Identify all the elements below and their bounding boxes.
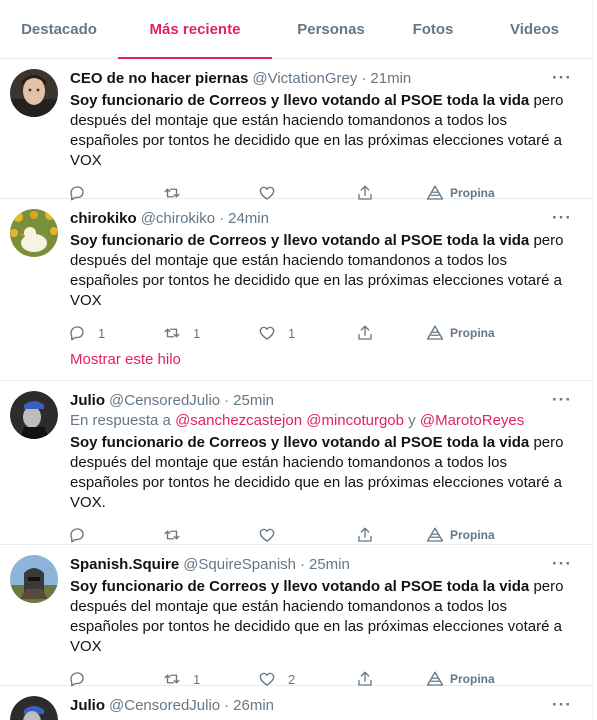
promote-label: Propina [450,326,495,340]
share-button[interactable] [356,324,426,342]
tweet[interactable]: chirokiko @chirokiko · 24min ··· Soy fun… [0,199,592,341]
tweet-header: Julio @CensoredJulio · 25min [70,391,578,411]
avatar-photo-icon [10,69,58,117]
avatar[interactable] [10,69,58,117]
separator-dot: · [361,70,367,87]
retweet-icon [164,530,180,540]
more-options-icon[interactable]: ··· [552,390,572,410]
tweet-time[interactable]: 24min [228,209,269,229]
reply-and: y [404,412,420,429]
reply-context: En respuesta a @sanchezcastejon @mincotu… [70,411,578,431]
tweet-header: chirokiko @chirokiko · 24min [70,209,578,229]
tweet[interactable]: Julio @CensoredJulio · 26min ··· [0,686,592,720]
tweet-header: Spanish.Squire @SquireSpanish · 25min [70,555,578,575]
author-handle[interactable]: @SquireSpanish [183,555,296,575]
promote-label: Propina [450,186,495,200]
tweet-header: CEO de no hacer piernas @VictationGrey ·… [70,69,578,89]
share-icon [358,325,372,340]
promote-icon [426,325,444,340]
promote-icon [426,527,444,542]
reply-prefix: En respuesta a [70,412,176,429]
promote-button[interactable]: Propina [426,324,495,342]
like-button[interactable] [258,526,356,544]
promote-label: Propina [450,528,495,542]
avatar[interactable] [10,555,58,603]
like-button[interactable]: 1 [258,324,356,342]
tweet-time[interactable]: 21min [370,69,411,89]
mention-link[interactable]: @MarotoReyes [420,412,524,429]
author-handle[interactable]: @chirokiko [141,209,215,229]
tweet[interactable]: Julio @CensoredJulio · 25min ··· En resp… [0,381,592,545]
tweet-header: Julio @CensoredJulio · 26min [70,696,578,716]
search-results-page: Destacado Más reciente Personas Fotos Vi… [0,0,593,720]
like-count: 2 [288,671,296,687]
tweet-text-bold: Soy funcionario de Correos y llevo votan… [70,434,530,451]
tweet-text-bold: Soy funcionario de Correos y llevo votan… [70,92,530,109]
reply-count: 1 [98,325,106,341]
tab-destacado[interactable]: Destacado [0,0,118,58]
reply-button[interactable]: 1 [68,324,163,342]
author-name[interactable]: Julio [70,696,105,716]
promote-label: Propina [450,672,495,686]
avatar-portrait-icon [10,696,58,720]
author-handle[interactable]: @CensoredJulio [109,391,220,411]
author-name[interactable]: chirokiko [70,209,137,229]
promote-button[interactable]: Propina [426,526,495,544]
tweet-actions: 1 1 1 Propina [68,311,578,355]
avatar-duck-icon [10,209,58,257]
retweet-count: 1 [193,671,201,687]
author-handle[interactable]: @VictationGrey [252,69,357,89]
tweet-time[interactable]: 26min [233,696,274,716]
tweet-text-bold: Soy funcionario de Correos y llevo votan… [70,578,530,595]
retweet-button[interactable]: 1 [163,324,258,342]
tweet-text: Soy funcionario de Correos y llevo votan… [70,91,578,171]
mention-link[interactable]: @sanchezcastejon [175,412,302,429]
more-options-icon[interactable]: ··· [552,695,572,715]
separator-dot: · [219,210,225,227]
like-count: 1 [288,325,296,341]
reply-button[interactable] [68,526,163,544]
tweet-time[interactable]: 25min [233,391,274,411]
separator-dot: · [224,697,230,714]
tweet-text-bold: Soy funcionario de Correos y llevo votan… [70,232,530,249]
tweet[interactable]: Spanish.Squire @SquireSpanish · 25min ··… [0,545,592,687]
tab-videos[interactable]: Videos [476,0,592,58]
avatar-knight-icon [10,555,58,603]
tweet-text: Soy funcionario de Correos y llevo votan… [70,577,578,657]
author-name[interactable]: Spanish.Squire [70,555,179,575]
separator-dot: · [300,556,305,573]
retweet-button[interactable] [163,526,258,544]
tab-personas[interactable]: Personas [272,0,390,58]
retweet-count: 1 [193,325,201,341]
heart-icon [259,326,275,340]
author-name[interactable]: CEO de no hacer piernas [70,69,248,89]
heart-icon [259,528,275,542]
more-options-icon[interactable]: ··· [552,554,572,574]
tweet-text: Soy funcionario de Correos y llevo votan… [70,231,578,311]
more-options-icon[interactable]: ··· [552,68,572,88]
avatar-portrait-icon [10,391,58,439]
avatar[interactable] [10,696,58,720]
tab-fotos[interactable]: Fotos [390,0,476,58]
separator-dot: · [224,392,230,409]
avatar[interactable] [10,391,58,439]
author-name[interactable]: Julio [70,391,105,411]
share-button[interactable] [356,526,426,544]
retweet-icon [164,328,180,338]
tweet-time[interactable]: 25min [309,555,350,575]
search-tabs: Destacado Más reciente Personas Fotos Vi… [0,0,592,59]
tab-mas-reciente[interactable]: Más reciente [118,0,272,59]
tweet[interactable]: CEO de no hacer piernas @VictationGrey ·… [0,59,592,201]
share-icon [358,527,372,542]
avatar[interactable] [10,209,58,257]
author-handle[interactable]: @CensoredJulio [109,696,220,716]
tweet-text: Soy funcionario de Correos y llevo votan… [70,433,578,513]
more-options-icon[interactable]: ··· [552,208,572,228]
reply-icon [70,528,84,543]
mention-link[interactable]: @mincoturgob [306,412,404,429]
reply-icon [70,326,84,341]
